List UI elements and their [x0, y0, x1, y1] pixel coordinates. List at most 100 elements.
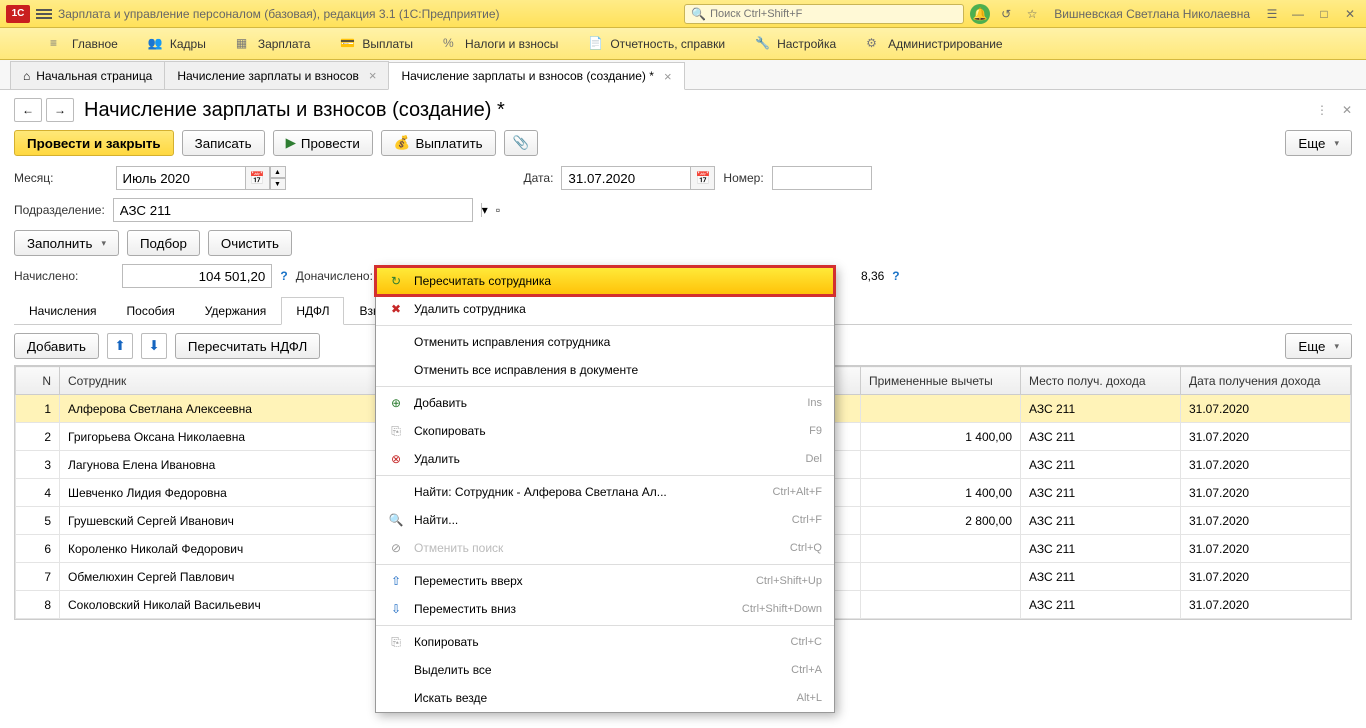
menu-item-shortcut: F9: [809, 425, 822, 437]
post-button[interactable]: ▶Провести: [273, 130, 373, 156]
month-calendar-icon[interactable]: 📅: [246, 166, 270, 190]
page-menu-icon[interactable]: ⋮: [1316, 103, 1328, 117]
menu-item-shortcut: Ctrl+A: [791, 664, 822, 676]
attach-button[interactable]: 📎: [504, 130, 539, 156]
menu-item-label: Отменить все исправления в документе: [414, 363, 812, 377]
dept-input[interactable]: [113, 198, 473, 222]
nav-item-Кадры[interactable]: 👥Кадры: [148, 36, 206, 52]
menu-separator: [376, 625, 834, 626]
context-menu: ↻ Пересчитать сотрудника ✖ Удалить сотру…: [375, 266, 835, 713]
fill-button[interactable]: Заполнить: [14, 230, 119, 256]
month-input[interactable]: [116, 166, 246, 190]
menu-item[interactable]: ⎘ Копировать Ctrl+C: [376, 628, 834, 656]
dept-open-icon[interactable]: ▫: [496, 203, 500, 217]
nav-item-Главное[interactable]: ≡Главное: [50, 36, 118, 52]
date-calendar-icon[interactable]: 📅: [691, 166, 715, 190]
document-tab[interactable]: Начисление зарплаты и взносов×: [164, 61, 389, 89]
hamburger-icon[interactable]: [36, 6, 52, 22]
document-tab[interactable]: Начисление зарплаты и взносов (создание)…: [388, 62, 684, 90]
history-icon[interactable]: ↺: [996, 4, 1016, 24]
select-button[interactable]: Подбор: [127, 230, 200, 256]
document-tab[interactable]: ⌂Начальная страница: [10, 61, 165, 89]
post-and-close-button[interactable]: Провести и закрыть: [14, 130, 174, 156]
menu-item[interactable]: ⇩ Переместить вниз Ctrl+Shift+Down: [376, 595, 834, 623]
extra-help-icon[interactable]: ?: [892, 269, 899, 283]
recalc-ndfl-button[interactable]: Пересчитать НДФЛ: [175, 333, 320, 359]
nav-icon: 🔧: [755, 36, 771, 52]
menu-item[interactable]: ⎘ Скопировать F9: [376, 417, 834, 445]
nav-icon: ≡: [50, 36, 66, 52]
menu-item[interactable]: Найти: Сотрудник - Алферова Светлана Ал.…: [376, 478, 834, 506]
search-input[interactable]: [710, 8, 957, 20]
menu-item-shortcut: Ctrl+Alt+F: [772, 486, 822, 498]
app-logo-icon: 1C: [6, 5, 30, 23]
menu-item-icon: ⇧: [388, 573, 404, 589]
menu-item[interactable]: Выделить все Ctrl+A: [376, 656, 834, 684]
inner-tab-Пособия[interactable]: Пособия: [112, 297, 190, 325]
menu-item-icon: ✖: [388, 301, 404, 317]
nav-forward-button[interactable]: →: [46, 98, 74, 122]
menu-item-label: Скопировать: [414, 424, 799, 438]
col-header[interactable]: Место получ. дохода: [1021, 367, 1181, 395]
menu-item[interactable]: ⇧ Переместить вверх Ctrl+Shift+Up: [376, 567, 834, 595]
pay-button[interactable]: 💰Выплатить: [381, 130, 496, 156]
menu-item[interactable]: ↻ Пересчитать сотрудника: [376, 267, 834, 295]
inner-tab-Начисления[interactable]: Начисления: [14, 297, 112, 325]
favorites-icon[interactable]: ☆: [1022, 4, 1042, 24]
search-icon: 🔍: [691, 7, 706, 21]
nav-item-Отчетность, справки[interactable]: 📄Отчетность, справки: [588, 36, 725, 52]
menu-item[interactable]: Отменить все исправления в документе: [376, 356, 834, 384]
inner-tab-Удержания[interactable]: Удержания: [190, 297, 282, 325]
add-row-button[interactable]: Добавить: [14, 333, 99, 359]
save-button[interactable]: Записать: [182, 130, 265, 156]
menu-item[interactable]: Отменить исправления сотрудника: [376, 328, 834, 356]
titlebar: 1C Зарплата и управление персоналом (баз…: [0, 0, 1366, 28]
tab-close-icon[interactable]: ×: [369, 68, 377, 83]
nav-item-Настройка[interactable]: 🔧Настройка: [755, 36, 836, 52]
menu-item-label: Отменить поиск: [414, 541, 780, 555]
nav-item-Зарплата[interactable]: ▦Зарплата: [236, 36, 311, 52]
page-close-icon[interactable]: ✕: [1342, 103, 1352, 117]
nav-item-Выплаты[interactable]: 💳Выплаты: [340, 36, 413, 52]
nav-item-Администрирование[interactable]: ⚙Администрирование: [866, 36, 1002, 52]
menu-item[interactable]: ⊕ Добавить Ins: [376, 389, 834, 417]
menu-item-label: Найти: Сотрудник - Алферова Светлана Ал.…: [414, 485, 762, 499]
col-header[interactable]: Примененные вычеты: [861, 367, 1021, 395]
tab-close-icon[interactable]: ×: [664, 69, 672, 84]
dept-dropdown-icon[interactable]: ▾: [481, 203, 488, 217]
nav-back-button[interactable]: ←: [14, 98, 42, 122]
nav-hamburger-icon[interactable]: [10, 37, 26, 51]
month-up-icon[interactable]: ▲: [270, 166, 286, 178]
menu-item[interactable]: ✖ Удалить сотрудника: [376, 295, 834, 323]
date-input[interactable]: [561, 166, 691, 190]
accrued-help-icon[interactable]: ?: [280, 269, 287, 283]
nav-icon: 📄: [588, 36, 604, 52]
menu-item-shortcut: Ctrl+F: [792, 514, 822, 526]
move-down-button[interactable]: ⬇: [141, 333, 167, 359]
menu-item[interactable]: Искать везде Alt+L: [376, 684, 834, 712]
nav-item-Налоги и взносы[interactable]: %Налоги и взносы: [443, 36, 558, 52]
nav-icon: ⚙: [866, 36, 882, 52]
menu-separator: [376, 325, 834, 326]
current-user[interactable]: Вишневская Светлана Николаевна: [1048, 7, 1256, 21]
month-down-icon[interactable]: ▼: [270, 178, 286, 190]
menu-item-label: Найти...: [414, 513, 782, 527]
col-header[interactable]: N: [16, 367, 60, 395]
col-header[interactable]: Дата получения дохода: [1181, 367, 1351, 395]
minimize-icon[interactable]: —: [1288, 4, 1308, 24]
notifications-icon[interactable]: 🔔: [970, 4, 990, 24]
more-button[interactable]: Еще: [1285, 130, 1352, 156]
menu-item[interactable]: ⊗ Удалить Del: [376, 445, 834, 473]
paperclip-icon: 📎: [513, 135, 530, 151]
maximize-icon[interactable]: □: [1314, 4, 1334, 24]
close-window-icon[interactable]: ✕: [1340, 4, 1360, 24]
settings-lines-icon[interactable]: ☰: [1262, 4, 1282, 24]
menu-item[interactable]: 🔍 Найти... Ctrl+F: [376, 506, 834, 534]
number-input[interactable]: [772, 166, 872, 190]
inner-tab-НДФЛ[interactable]: НДФЛ: [281, 297, 344, 325]
grid-more-button[interactable]: Еще: [1285, 333, 1352, 359]
global-search[interactable]: 🔍: [684, 4, 964, 24]
clear-button[interactable]: Очистить: [208, 230, 292, 256]
move-up-button[interactable]: ⬆: [107, 333, 133, 359]
menu-item-icon: ⊘: [388, 540, 404, 556]
